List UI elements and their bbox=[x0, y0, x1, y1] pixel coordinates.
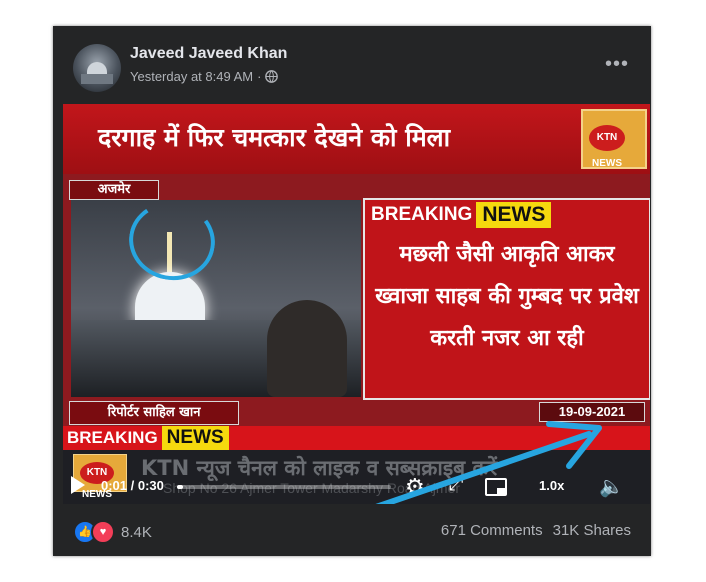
seek-progress bbox=[177, 485, 184, 489]
picture-in-picture-icon[interactable] bbox=[485, 478, 507, 496]
comments-count[interactable]: 671 Comments bbox=[441, 522, 543, 539]
author-name[interactable]: Javeed Javeed Khan bbox=[130, 45, 287, 63]
reactions[interactable]: 👍 ♥ 8.4K bbox=[73, 520, 152, 544]
breaking-news-box: BREAKING NEWS मछली जैसी आकृति आकर ख्वाजा… bbox=[363, 198, 650, 400]
video-top-banner: दरगाह में फिर चमत्कार देखने को मिला KTN … bbox=[63, 104, 650, 174]
video-player[interactable]: दरगाह में फिर चमत्कार देखने को मिला KTN … bbox=[63, 104, 650, 504]
avatar-base bbox=[81, 74, 113, 84]
avatar[interactable] bbox=[73, 44, 121, 92]
news-body: मछली जैसी आकृति आकर ख्वाजा साहब की गुम्ब… bbox=[375, 242, 639, 351]
channel-logo: KTN NEWS bbox=[581, 109, 647, 169]
highlight-circle bbox=[122, 200, 222, 287]
breaking-text: BREAKING bbox=[367, 202, 477, 228]
volume-icon[interactable]: 🔈 bbox=[599, 474, 624, 499]
breaking-strip-text: BREAKING bbox=[67, 428, 158, 447]
play-icon[interactable] bbox=[71, 476, 85, 494]
time-display: 0:01 / 0:30 bbox=[101, 478, 164, 493]
post-footer: 👍 ♥ 8.4K 671 Comments 31K Shares bbox=[53, 504, 651, 556]
gear-icon[interactable]: ⚙ bbox=[405, 474, 425, 500]
seek-bar[interactable] bbox=[177, 485, 391, 489]
player-controls: 0:01 / 0:30 ⚙ ⤢ 1.0x 🔈 bbox=[63, 468, 650, 504]
date-tag: 19-09-2021 bbox=[539, 402, 645, 422]
post-card: Javeed Javeed Khan Yesterday at 8:49 AM … bbox=[53, 26, 651, 556]
breaking-news-strip: BREAKING NEWS bbox=[63, 426, 650, 450]
reporter-tag: रिपोर्टर साहिल खान bbox=[69, 401, 239, 425]
news-text: NEWS bbox=[476, 202, 552, 228]
news-strip-text: NEWS bbox=[161, 426, 229, 450]
fullscreen-icon[interactable]: ⤢ bbox=[449, 474, 463, 495]
globe-icon bbox=[265, 70, 279, 83]
more-options-icon[interactable]: ••• bbox=[605, 53, 629, 76]
post-timestamp[interactable]: Yesterday at 8:49 AM bbox=[130, 69, 253, 84]
post-meta: Yesterday at 8:49 AM · bbox=[130, 69, 279, 84]
post-stats: 671 Comments 31K Shares bbox=[441, 522, 631, 539]
video-headline: दरगाह में फिर चमत्कार देखने को मिला bbox=[98, 123, 451, 152]
dargah-scene-image bbox=[71, 200, 361, 397]
love-icon: ♥ bbox=[91, 520, 115, 544]
channel-logo-text: KTN NEWS bbox=[589, 125, 625, 169]
breaking-news-label: BREAKING NEWS bbox=[367, 202, 552, 228]
person-silhouette bbox=[267, 300, 347, 397]
location-tag: अजमेर bbox=[69, 180, 159, 200]
separator-dot: · bbox=[257, 69, 262, 84]
reaction-count[interactable]: 8.4K bbox=[121, 524, 152, 541]
playback-speed-button[interactable]: 1.0x bbox=[539, 478, 564, 493]
shares-count[interactable]: 31K Shares bbox=[553, 522, 631, 539]
